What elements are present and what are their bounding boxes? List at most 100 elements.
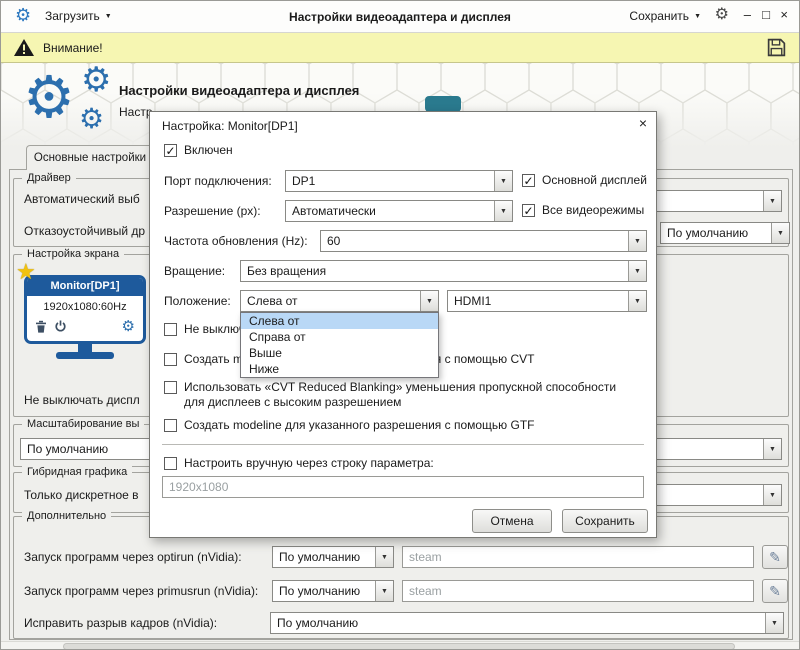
dropdown-option[interactable]: Выше [241, 345, 438, 361]
maximize-button[interactable]: □ [762, 8, 770, 21]
combo-value: По умолчанию [273, 550, 375, 564]
combo-value: DP1 [286, 174, 494, 188]
combo-value: HDMI1 [448, 294, 628, 308]
checkbox-label: Настроить вручную через строку параметра… [184, 456, 434, 471]
position-label: Положение: [164, 294, 231, 309]
scrollbar-thumb[interactable] [63, 643, 735, 650]
checkbox-label: Все видеорежимы [542, 203, 644, 218]
primusrun-edit-button[interactable]: ✎ [762, 579, 788, 603]
checkbox-label: Основной дисплей [542, 173, 647, 188]
primusrun-input[interactable] [402, 580, 754, 602]
hidden-checkbox-fragment[interactable]: Не выключ [164, 322, 245, 337]
position-target-combo[interactable]: HDMI1 ▼ [447, 290, 647, 312]
app-logo: ⚙ ⚙ ⚙ [23, 63, 127, 147]
rotation-label: Вращение: [164, 264, 225, 279]
caret-down-icon: ▼ [494, 201, 512, 221]
position-dropdown: Слева от Справа от Выше Ниже [240, 312, 439, 378]
refresh-combo[interactable]: 60 ▼ [320, 230, 647, 252]
save-file-button[interactable] [766, 37, 787, 58]
screen-note-fragment: Не выключать диспл [24, 393, 140, 408]
close-window-button[interactable]: × [780, 8, 788, 21]
monitor-title: Monitor[DP1] [27, 278, 143, 296]
enabled-checkbox[interactable]: ✓ Включен [164, 143, 233, 158]
checkbox-label: Использовать «CVT Reduced Blanking» умен… [184, 380, 624, 410]
page-subtitle-fragment: Настр [119, 105, 153, 119]
resolution-combo[interactable]: Автоматически ▼ [285, 200, 513, 222]
primary-display-checkbox[interactable]: ✓ Основной дисплей [522, 173, 647, 188]
cancel-button[interactable]: Отмена [472, 509, 552, 533]
save-menu-button[interactable]: Сохранить ▼ [629, 9, 701, 23]
checkbox-box [164, 457, 177, 470]
monitor-toolbar: ⚙ [27, 314, 143, 341]
caret-down-icon: ▼ [375, 547, 393, 567]
monitor-mode: 1920x1080:60Hz [27, 296, 143, 314]
optirun-input[interactable] [402, 546, 754, 568]
checkbox-label: Включен [184, 143, 233, 158]
teal-badge-fragment [425, 96, 461, 112]
caret-down-icon: ▼ [763, 439, 781, 459]
rotation-combo[interactable]: Без вращения ▼ [240, 260, 647, 282]
caret-down-icon: ▼ [628, 261, 646, 281]
checkbox-box: ✓ [522, 204, 535, 217]
monitor-frame: Monitor[DP1] 1920x1080:60Hz ⚙ [24, 275, 146, 344]
combo-value: По умолчанию [273, 584, 375, 598]
favorite-star-icon: ★ [16, 261, 36, 283]
position-combo[interactable]: Слева от ▼ [240, 290, 439, 312]
trash-icon[interactable] [35, 320, 47, 333]
optirun-label: Запуск программ через optirun (nVidia): [24, 550, 242, 565]
combo-value: По умолчанию [271, 616, 765, 630]
primusrun-combo[interactable]: По умолчанию ▼ [272, 580, 394, 602]
check-icon: ✓ [523, 205, 533, 217]
gear-icon: ⚙ [79, 105, 104, 133]
driver-failsafe-label-fragment: Отказоустойчивый др [24, 224, 145, 239]
dropdown-option[interactable]: Справа от [241, 329, 438, 345]
dialog-close-button[interactable]: × [639, 116, 647, 130]
settings-gear-icon[interactable]: ⚙ [715, 7, 729, 23]
all-modes-checkbox[interactable]: ✓ Все видеорежимы [522, 203, 644, 218]
minimize-button[interactable]: – [744, 8, 751, 21]
manual-checkbox[interactable]: Настроить вручную через строку параметра… [164, 456, 434, 471]
optirun-edit-button[interactable]: ✎ [762, 545, 788, 569]
gear-icon: ⚙ [81, 63, 111, 97]
modeline-gtf-checkbox[interactable]: Создать modeline для указанного разрешен… [164, 418, 535, 433]
tab-main-settings[interactable]: Основные настройки [26, 145, 154, 170]
monitor-gear-icon[interactable]: ⚙ [122, 319, 135, 334]
check-icon: ✓ [523, 175, 533, 187]
dropdown-option[interactable]: Ниже [241, 361, 438, 377]
pencil-icon: ✎ [769, 549, 781, 566]
warning-icon [13, 38, 35, 57]
group-legend: Гибридная графика [22, 465, 132, 479]
checkbox-box: ✓ [164, 144, 177, 157]
combo-value: Автоматически [286, 204, 494, 218]
dropdown-option[interactable]: Слева от [241, 313, 438, 329]
caret-down-icon: ▼ [763, 191, 781, 211]
optirun-combo[interactable]: По умолчанию ▼ [272, 546, 394, 568]
group-legend: Настройка экрана [22, 247, 124, 261]
checkbox-box [164, 323, 177, 336]
caret-down-icon: ▼ [694, 13, 701, 20]
group-legend: Дополнительно [22, 509, 111, 523]
reduced-blanking-checkbox[interactable]: Использовать «CVT Reduced Blanking» умен… [164, 380, 624, 410]
combo-value: Слева от [241, 294, 420, 308]
driver-failsafe-combo[interactable]: По умолчанию ▼ [660, 222, 790, 244]
manual-input[interactable] [162, 476, 644, 498]
caret-down-icon: ▼ [771, 223, 789, 243]
port-label: Порт подключения: [164, 174, 272, 189]
caret-down-icon: ▼ [763, 485, 781, 505]
save-menu-label: Сохранить [629, 9, 689, 23]
caret-down-icon: ▼ [628, 291, 646, 311]
power-icon[interactable] [54, 320, 67, 333]
titlebar: ⚙ Загрузить ▼ Настройки видеоадаптера и … [1, 1, 799, 33]
page-title: Настройки видеоадаптера и дисплея [119, 83, 359, 98]
combo-value: 60 [321, 234, 628, 248]
save-button[interactable]: Сохранить [562, 509, 648, 533]
checkbox-box [164, 353, 177, 366]
hybrid-label-fragment: Только дискретное в [24, 488, 139, 503]
caret-down-icon: ▼ [420, 291, 438, 311]
warning-text: Внимание! [43, 41, 103, 55]
caret-down-icon: ▼ [765, 613, 783, 633]
tearing-combo[interactable]: По умолчанию ▼ [270, 612, 784, 634]
port-combo[interactable]: DP1 ▼ [285, 170, 513, 192]
horizontal-scrollbar[interactable] [1, 641, 800, 650]
monitor-widget[interactable]: Monitor[DP1] 1920x1080:60Hz ⚙ [24, 275, 146, 359]
